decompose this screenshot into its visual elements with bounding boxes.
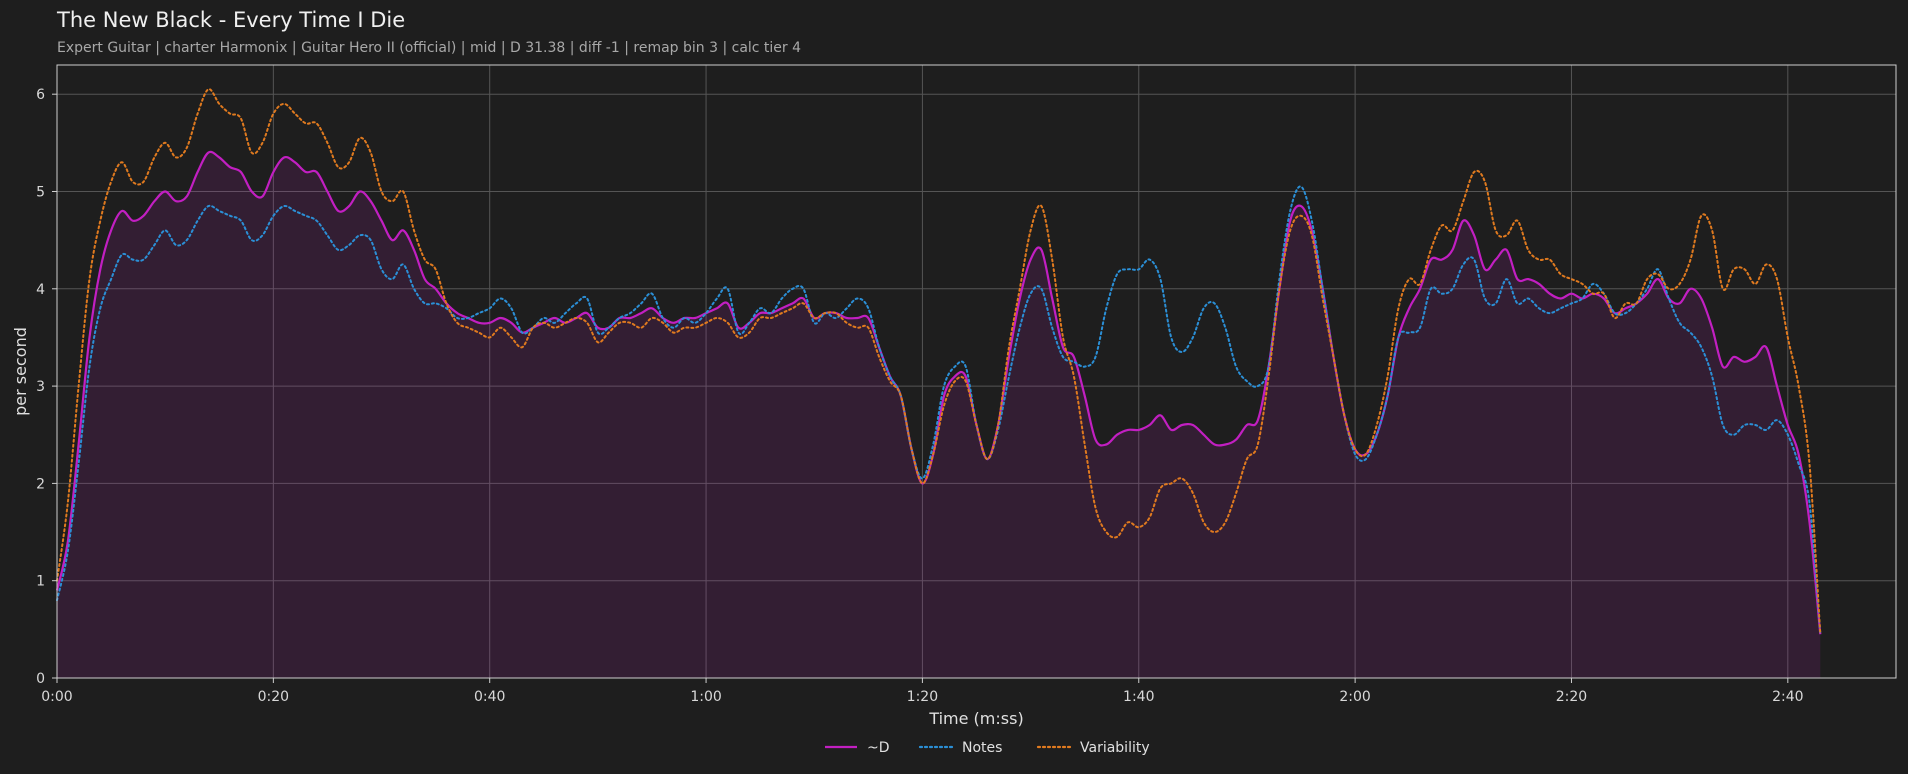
y-tick-label: 3 — [36, 379, 45, 395]
x-tick-label: 0:20 — [258, 689, 289, 705]
y-tick-label: 0 — [36, 671, 45, 687]
x-tick-label: 0:00 — [41, 689, 72, 705]
y-tick-label: 1 — [36, 574, 45, 590]
legend-label: Notes — [962, 740, 1002, 756]
x-axis-label: Time (m:ss) — [928, 709, 1023, 728]
legend-label: Variability — [1080, 740, 1150, 756]
legend-label: ~D — [867, 740, 890, 756]
x-tick-label: 0:40 — [474, 689, 505, 705]
x-tick-label: 1:20 — [907, 689, 938, 705]
x-tick-label: 2:20 — [1556, 689, 1587, 705]
line-chart: 0:00 0:20 0:40 1:00 1:20 1:40 2:00 2:20 2:40 0 1 2 3… — [11, 64, 1897, 756]
x-tick-label: 1:40 — [1123, 689, 1154, 705]
y-tick-label: 6 — [36, 87, 45, 103]
y-axis-label: per second — [11, 327, 30, 416]
legend: ~D Notes Variability — [825, 740, 1150, 756]
y-tick-label: 5 — [36, 184, 45, 200]
y-tick-label: 4 — [36, 282, 45, 298]
x-tick-label: 2:00 — [1339, 689, 1370, 705]
x-tick-label: 2:40 — [1772, 689, 1803, 705]
y-tick-label: 2 — [36, 476, 45, 492]
x-tick-label: 1:00 — [690, 689, 721, 705]
